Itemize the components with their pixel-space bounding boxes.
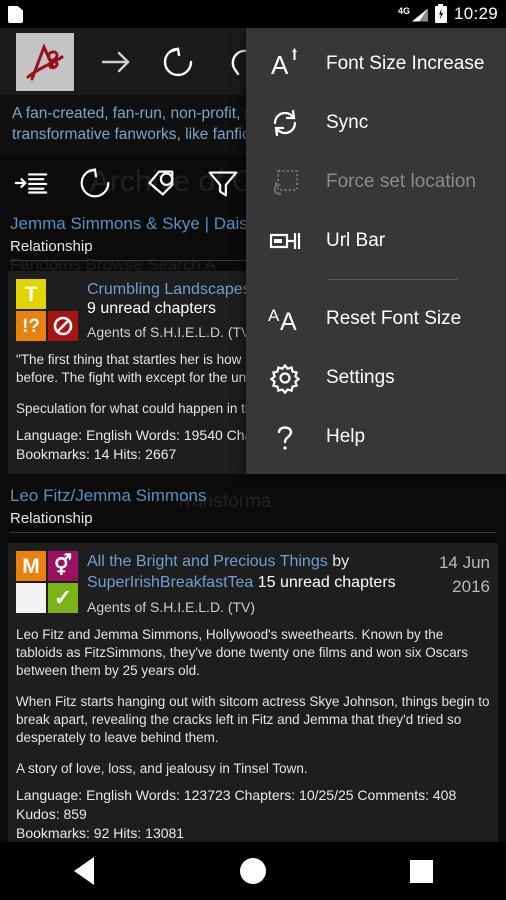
signal-icon: 4G — [397, 5, 428, 22]
help-icon — [268, 420, 302, 454]
work-title[interactable]: All the Bright and Precious Things by Su… — [87, 551, 403, 593]
summary-paragraph: When Fitz starts hanging out with sitcom… — [16, 694, 490, 745]
work-author[interactable]: SuperIrishBreakfastTea — [87, 574, 253, 591]
menu-divider — [328, 279, 458, 280]
menu-item-label: Url Bar — [326, 229, 386, 251]
list-indent-icon[interactable] — [12, 164, 50, 202]
work-meta-line-2: Bookmarks: 92 Hits: 13081 — [16, 825, 185, 841]
force-set-location-icon — [268, 165, 302, 199]
menu-item-url-bar[interactable]: Url Bar — [246, 211, 506, 270]
complete-badge: ✓ — [48, 583, 78, 613]
battery-charging-icon — [434, 3, 447, 23]
menu-item-label: Force set location — [326, 170, 476, 192]
svg-text:A: A — [280, 308, 297, 335]
menu-item-label: Help — [326, 425, 366, 447]
divider — [10, 532, 496, 533]
work-badges: M ⚥ ✓ — [16, 551, 78, 616]
forward-arrow-icon[interactable] — [96, 42, 136, 82]
incomplete-badge — [48, 311, 78, 341]
menu-item-sync[interactable]: Sync — [246, 93, 506, 152]
menu-item-help[interactable]: Help — [246, 407, 506, 466]
tags-icon[interactable] — [140, 164, 178, 202]
reset-font-size-icon: A A — [268, 302, 302, 336]
menu-item-label: Reset Font Size — [326, 307, 462, 329]
gear-icon — [268, 361, 302, 395]
menu-item-label: Sync — [326, 111, 369, 133]
work-card[interactable]: M ⚥ ✓ All the Bright and Precious Things… — [8, 543, 498, 853]
clock-label: 10:29 — [453, 4, 498, 23]
ao3-logo-icon[interactable] — [16, 32, 74, 91]
category-het-badge: ⚥ — [48, 551, 78, 581]
home-icon[interactable] — [224, 842, 282, 900]
menu-item-font-size-increase[interactable]: A Font Size Increase — [246, 34, 506, 93]
menu-item-settings[interactable]: Settings — [246, 348, 506, 407]
filter-icon[interactable] — [204, 164, 242, 202]
work-meta-line-1: Language: English Words: 123723 Chapters… — [16, 787, 457, 822]
rating-teen-badge: T — [16, 279, 46, 309]
section-title[interactable]: Leo Fitz/Jemma Simmons — [10, 484, 496, 508]
recents-icon[interactable] — [393, 842, 451, 900]
url-bar-icon — [268, 224, 302, 258]
summary-paragraph: A story of love, loss, and jealousy in T… — [16, 761, 308, 776]
sd-card-icon — [8, 5, 23, 23]
rating-mature-badge: M — [16, 551, 46, 581]
unread-count: 15 unread chapters — [257, 574, 396, 591]
refresh-icon[interactable] — [158, 42, 198, 82]
warnings-choose-not-badge: !? — [16, 311, 46, 341]
work-card-header: M ⚥ ✓ All the Bright and Precious Things… — [16, 551, 490, 616]
work-badges: T !? — [16, 279, 78, 341]
menu-item-force-set-location: Force set location — [246, 152, 506, 211]
by-label: by — [332, 553, 350, 570]
status-bar-left — [8, 5, 23, 23]
menu-item-label: Settings — [326, 366, 395, 388]
font-size-increase-icon: A — [268, 47, 302, 81]
summary-paragraph: Leo Fitz and Jemma Simmons, Hollywood's … — [16, 627, 469, 678]
android-nav-bar — [0, 842, 506, 900]
work-summary: Leo Fitz and Jemma Simmons, Hollywood's … — [16, 626, 490, 778]
sync-icon — [268, 106, 302, 140]
work-meta: Language: English Words: 123723 Chapters… — [16, 786, 490, 843]
work-title-label[interactable]: All the Bright and Precious Things — [87, 553, 328, 570]
category-multi-badge — [48, 279, 78, 309]
section-subtitle: Relationship — [10, 510, 93, 527]
back-icon[interactable] — [55, 842, 113, 900]
menu-item-reset-font-size[interactable]: A A Reset Font Size — [246, 289, 506, 348]
work-card-text: All the Bright and Precious Things by Su… — [87, 551, 403, 616]
status-bar-right: 4G 10:29 — [397, 3, 498, 24]
status-bar: 4G 10:29 — [0, 0, 506, 28]
refresh-icon[interactable] — [76, 164, 114, 202]
menu-item-label: Font Size Increase — [326, 52, 485, 74]
overflow-menu: A Font Size Increase Sync Force set loca… — [246, 28, 506, 474]
browser-page: Archive of Our Fandoms Browse Search A T… — [0, 28, 506, 871]
no-warnings-badge — [16, 583, 46, 613]
work-fandom[interactable]: Agents of S.H.I.E.L.D. (TV) — [87, 598, 403, 616]
work-date: 14 Jun 2016 — [438, 553, 490, 596]
svg-text:A: A — [268, 306, 280, 325]
svg-text:A: A — [271, 50, 289, 80]
section-header-2: Leo Fitz/Jemma Simmons Relationship — [0, 482, 506, 537]
network-type-label: 4G — [397, 5, 410, 16]
